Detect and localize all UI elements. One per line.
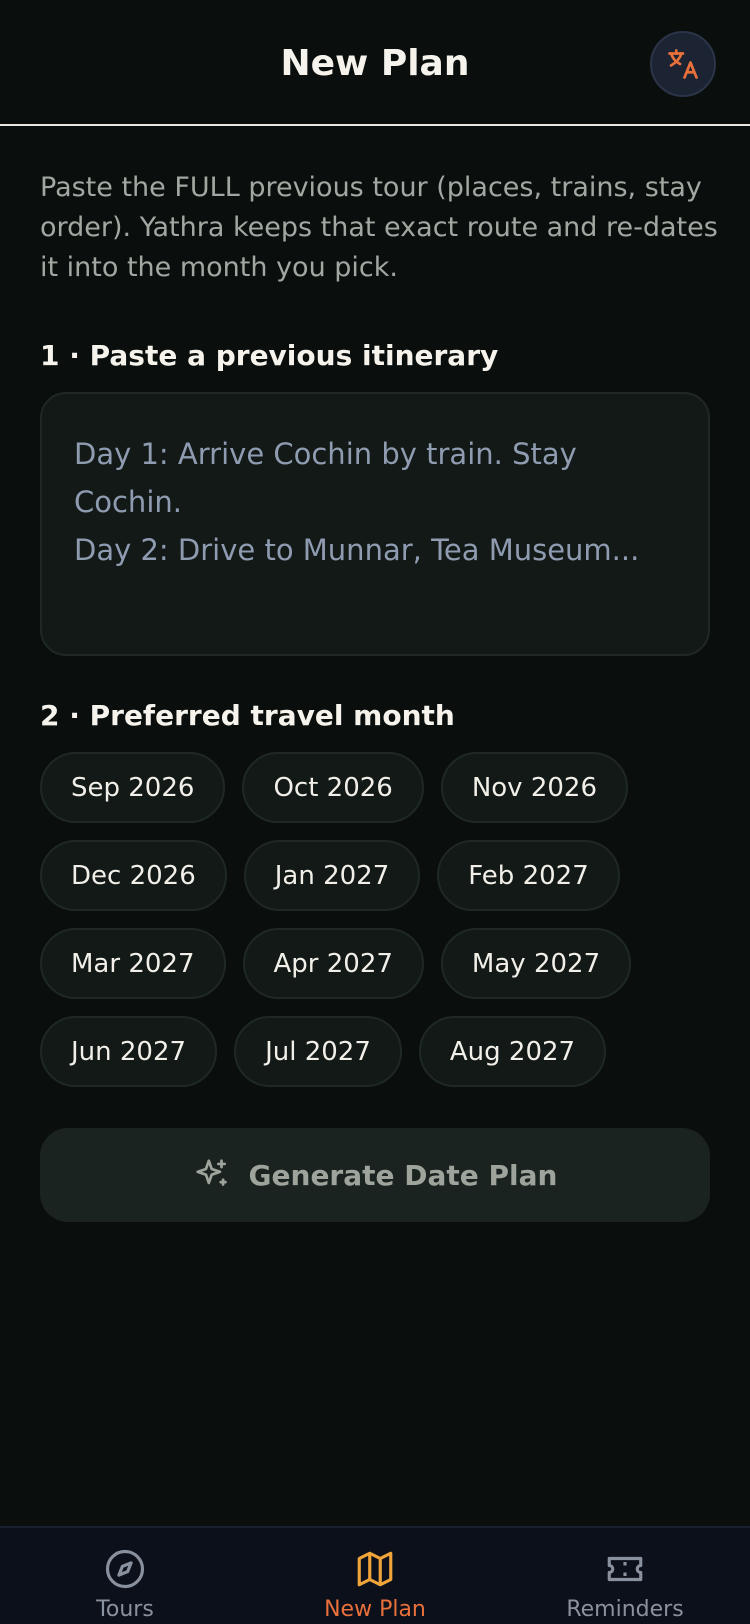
itinerary-input-container [40, 392, 710, 656]
month-row: Sep 2026 Oct 2026 Nov 2026 [40, 752, 710, 823]
ticket-icon [607, 1556, 643, 1582]
header: New Plan [0, 0, 750, 126]
month-chip-apr-2027[interactable]: Apr 2027 [242, 928, 424, 999]
translate-icon [668, 49, 698, 79]
map-icon [357, 1551, 393, 1587]
nav-item-tours[interactable]: Tours [0, 1528, 250, 1624]
month-chip-feb-2027[interactable]: Feb 2027 [437, 840, 620, 911]
language-button[interactable] [650, 31, 716, 97]
nav-item-reminders[interactable]: Reminders [500, 1528, 750, 1624]
month-row: Dec 2026 Jan 2027 Feb 2027 [40, 840, 710, 911]
month-chip-nov-2026[interactable]: Nov 2026 [440, 752, 629, 823]
month-chip-sep-2026[interactable]: Sep 2026 [40, 752, 226, 823]
nav-label-new-plan: New Plan [324, 1597, 426, 1622]
sparkle-icon [195, 1159, 227, 1186]
compass-icon [105, 1549, 145, 1589]
itinerary-input[interactable] [74, 430, 676, 618]
month-row: Mar 2027 Apr 2027 May 2027 [40, 928, 710, 999]
intro-text: Paste the FULL previous tour (places, tr… [40, 172, 718, 283]
month-chip-aug-2027[interactable]: Aug 2027 [418, 1016, 607, 1087]
month-chip-jan-2027[interactable]: Jan 2027 [243, 840, 421, 911]
month-chip-jul-2027[interactable]: Jul 2027 [234, 1016, 402, 1087]
nav-label-reminders: Reminders [566, 1597, 684, 1622]
month-chip-oct-2026[interactable]: Oct 2026 [242, 752, 424, 823]
nav-item-new-plan[interactable]: New Plan [250, 1528, 500, 1624]
month-section-title: 2 · Preferred travel month [40, 699, 455, 732]
generate-button-label: Generate Date Plan [248, 1158, 558, 1192]
bottom-navigation: Tours New Plan Reminders [0, 1526, 750, 1624]
page-title: New Plan [280, 43, 470, 84]
month-chip-dec-2026[interactable]: Dec 2026 [40, 840, 227, 911]
generate-date-plan-button[interactable]: Generate Date Plan [40, 1128, 710, 1222]
month-chip-jun-2027[interactable]: Jun 2027 [40, 1016, 218, 1087]
month-chip-may-2027[interactable]: May 2027 [440, 928, 632, 999]
app-screen: New Plan Paste the FULL previous tour (p… [0, 0, 750, 1624]
nav-label-tours: Tours [96, 1597, 154, 1622]
month-chip-mar-2027[interactable]: Mar 2027 [40, 928, 226, 999]
month-picker: Sep 2026 Oct 2026 Nov 2026 Dec 2026 Jan … [40, 752, 710, 1104]
itinerary-section-title: 1 · Paste a previous itinerary [40, 339, 499, 372]
month-row: Jun 2027 Jul 2027 Aug 2027 [40, 1016, 710, 1087]
